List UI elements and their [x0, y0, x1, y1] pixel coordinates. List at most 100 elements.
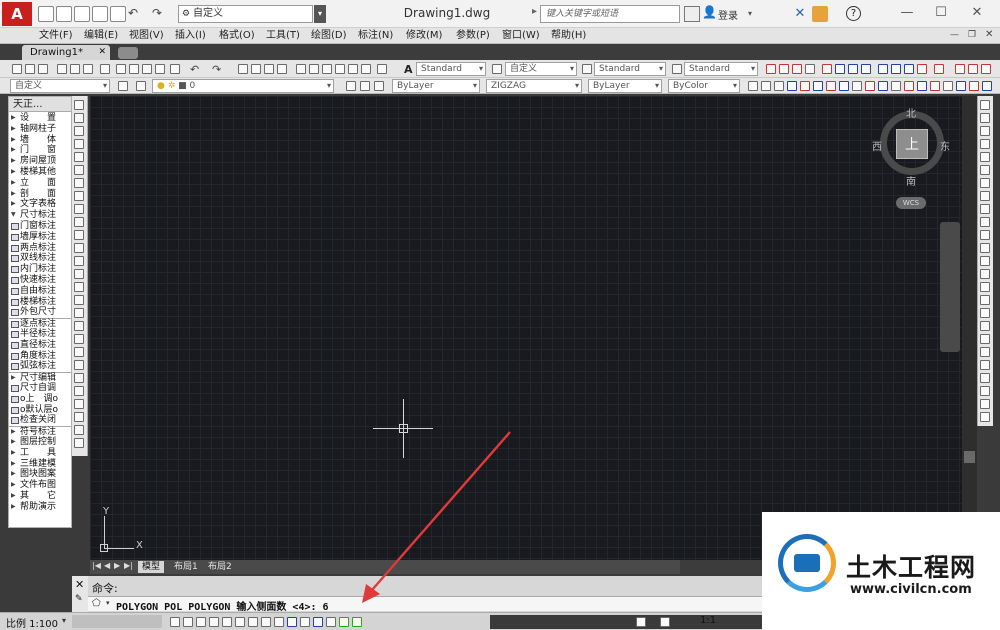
help-icon[interactable]: ?	[846, 6, 861, 21]
panel-item[interactable]: ▶ 其 它	[9, 491, 71, 502]
modify-tool-icon[interactable]	[980, 321, 990, 331]
draw-tool-icon[interactable]	[74, 360, 84, 370]
compass-north[interactable]: 北	[906, 105, 916, 120]
scale-dropdown-icon[interactable]: ▾	[62, 616, 66, 625]
plot-icon[interactable]	[57, 64, 67, 74]
undo-icon[interactable]: ↶	[190, 63, 199, 76]
help-toolbar-icon[interactable]	[377, 64, 387, 74]
draw-tool-icon[interactable]	[74, 386, 84, 396]
open-file-icon[interactable]	[56, 6, 72, 22]
search-expand-icon[interactable]: ▸	[532, 6, 537, 17]
modify-tool-icon[interactable]	[980, 282, 990, 292]
tab-close-icon[interactable]: ✕	[98, 45, 106, 60]
draw-tool-icon[interactable]	[74, 178, 84, 188]
infer-icon[interactable]	[209, 617, 219, 627]
modify-tool-icon[interactable]	[980, 256, 990, 266]
modify-tool-icon[interactable]	[980, 399, 990, 409]
draw-tool-icon[interactable]	[74, 269, 84, 279]
sheet-set-icon[interactable]	[335, 64, 345, 74]
lineweight-icon[interactable]	[300, 617, 310, 627]
annotation-visibility-icon[interactable]	[636, 617, 646, 627]
draw-tool-icon[interactable]	[74, 191, 84, 201]
lineweight-dropdown[interactable]: ByLayer ▾	[588, 79, 662, 93]
open-icon[interactable]	[25, 64, 35, 74]
draw-tool-icon[interactable]	[74, 334, 84, 344]
publish-icon[interactable]	[83, 64, 93, 74]
wcs-menu[interactable]: WCS	[896, 197, 926, 209]
panel-item[interactable]: 墙厚标注	[9, 232, 71, 243]
workspace-dropdown[interactable]: ⚙ 自定义	[178, 5, 313, 23]
panel-item[interactable]: ▶ 设 置	[9, 113, 71, 124]
new-file-icon[interactable]	[38, 6, 54, 22]
linetype-dropdown[interactable]: ZIGZAG ▾	[486, 79, 582, 93]
panel-item[interactable]: ▼ 尺寸标注	[9, 210, 71, 221]
modify-tool-icon[interactable]	[980, 269, 990, 279]
isodraft-icon[interactable]	[261, 617, 271, 627]
copy-icon[interactable]	[129, 64, 139, 74]
modify-tool-icon[interactable]	[980, 243, 990, 253]
zoom-previous-icon[interactable]	[277, 64, 287, 74]
pan-icon[interactable]	[238, 64, 248, 74]
block-editor-icon[interactable]	[170, 64, 180, 74]
dim-angular-icon[interactable]	[861, 64, 871, 74]
quickcalc-icon[interactable]	[361, 64, 371, 74]
quick-access-dropdown-icon[interactable]: ▾	[314, 5, 326, 23]
minimize-button[interactable]: —	[896, 4, 918, 22]
doc-restore-icon[interactable]: ❐	[968, 30, 976, 40]
text-style-dropdown[interactable]: Standard ▾	[416, 62, 486, 76]
dim-diameter-icon[interactable]	[848, 64, 858, 74]
exchange-icon[interactable]: ✕	[792, 6, 808, 22]
modify-tool-icon[interactable]	[980, 308, 990, 318]
object-snap-tracking-icon[interactable]	[274, 617, 284, 627]
navigation-bar[interactable]	[940, 222, 960, 352]
close-button[interactable]: ✕	[966, 4, 988, 22]
draw-tool-icon[interactable]	[74, 438, 84, 448]
layer-dropdown[interactable]: ● ✲ ■ 0 ▾	[152, 79, 334, 93]
color-dropdown[interactable]: ByLayer ▾	[392, 79, 480, 93]
command-settings-icon[interactable]: ✎	[75, 594, 83, 604]
panel-item[interactable]: ▶ 尺寸编辑	[9, 372, 71, 383]
redo-icon[interactable]: ↷	[212, 63, 221, 76]
tch-tool-5-icon[interactable]	[800, 81, 810, 91]
panel-item[interactable]: ▶ 三维建模	[9, 459, 71, 470]
annotation-autoscale-icon[interactable]	[660, 617, 670, 627]
panel-item[interactable]: 外包尺寸	[9, 307, 71, 318]
dynamic-ucs-icon[interactable]	[352, 617, 362, 627]
quick-dim-icon[interactable]	[878, 64, 888, 74]
panel-item[interactable]: 半径标注	[9, 329, 71, 340]
panel-item[interactable]: ▶ 文件布图	[9, 480, 71, 491]
draw-tool-icon[interactable]	[74, 425, 84, 435]
zoom-realtime-icon[interactable]	[251, 64, 261, 74]
modify-tool-icon[interactable]	[980, 100, 990, 110]
draw-tool-icon[interactable]	[74, 308, 84, 318]
draw-tool-icon[interactable]	[74, 256, 84, 266]
prev-layout-icon[interactable]: ◀	[104, 561, 110, 570]
panel-item[interactable]: 直径标注	[9, 340, 71, 351]
tab-layout1[interactable]: 布局1	[170, 561, 202, 573]
draw-tool-icon[interactable]	[74, 204, 84, 214]
ortho-icon[interactable]	[235, 617, 245, 627]
menu-view[interactable]: 视图(V)	[129, 29, 164, 43]
tab-model[interactable]: 模型	[138, 561, 165, 573]
tch-tool-9-icon[interactable]	[852, 81, 862, 91]
dim-continue-icon[interactable]	[904, 64, 914, 74]
tch-tool-1-icon[interactable]	[748, 81, 758, 91]
modify-tool-icon[interactable]	[980, 126, 990, 136]
panel-item[interactable]: o默认层o	[9, 405, 71, 416]
undo-icon[interactable]: ↶	[128, 6, 138, 20]
modify-tool-icon[interactable]	[980, 373, 990, 383]
design-center-icon[interactable]	[309, 64, 319, 74]
dim-style-dropdown[interactable]: 自定义 ▾	[505, 62, 577, 76]
draw-tool-icon[interactable]	[74, 217, 84, 227]
panel-item[interactable]: ▶ 门 窗	[9, 145, 71, 156]
connect-icon[interactable]	[812, 6, 828, 22]
modify-tool-icon[interactable]	[980, 178, 990, 188]
tch-tool-13-icon[interactable]	[904, 81, 914, 91]
tch-tool-19-icon[interactable]	[982, 81, 992, 91]
draw-tool-icon[interactable]	[74, 165, 84, 175]
model-space-icon[interactable]	[170, 617, 180, 627]
modify-tool-icon[interactable]	[980, 152, 990, 162]
modify-tool-icon[interactable]	[980, 230, 990, 240]
markup-icon[interactable]	[348, 64, 358, 74]
modify-tool-icon[interactable]	[980, 217, 990, 227]
